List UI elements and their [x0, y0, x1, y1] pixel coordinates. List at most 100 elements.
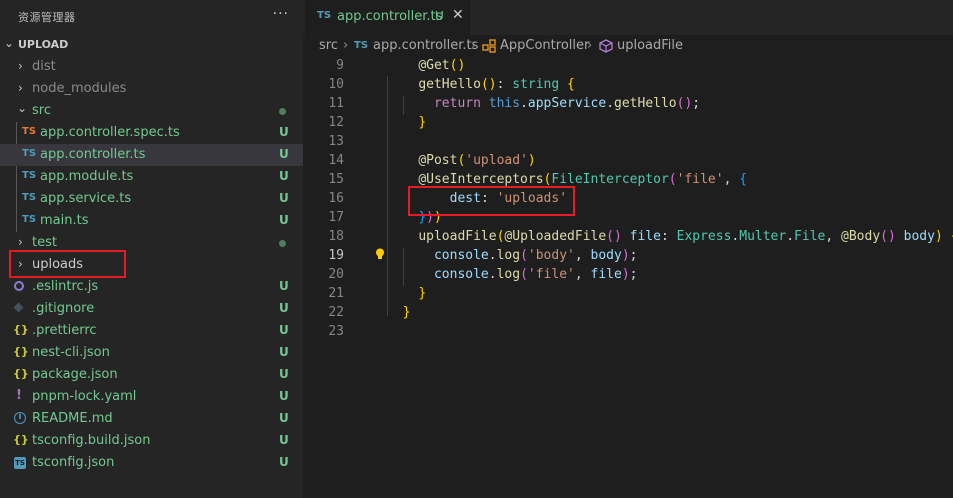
untracked-badge: U	[279, 433, 289, 447]
tree-file-app-service[interactable]: TS app.service.ts U	[0, 188, 303, 210]
line-number: 15	[328, 172, 344, 187]
tree-file-gitignore[interactable]: .gitignore U	[0, 298, 303, 320]
json-icon: {}	[13, 367, 29, 380]
tree-file-prettierrc[interactable]: {} .prettierrc U	[0, 320, 303, 342]
code-line[interactable]: 17 }))	[303, 210, 953, 229]
tree-file-tsconfig[interactable]: TS tsconfig.json U	[0, 452, 303, 474]
tree-folder-dist[interactable]: › dist	[0, 56, 303, 78]
tree-file-app-controller-spec[interactable]: TS app.controller.spec.ts U	[0, 122, 303, 144]
typescript-icon: TS	[22, 170, 37, 181]
breadcrumb-class[interactable]: AppController	[500, 38, 589, 53]
untracked-badge: U	[279, 191, 289, 205]
code-line[interactable]: 19 console.log('body', body);	[303, 248, 953, 267]
tree-item-label: dist	[32, 59, 56, 74]
code-line[interactable]: 20 console.log('file', file);	[303, 267, 953, 286]
chevron-right-icon: ›	[471, 38, 477, 53]
line-number: 10	[328, 77, 344, 92]
lightbulb-icon[interactable]	[375, 248, 385, 260]
modified-dot	[279, 240, 286, 247]
tree-folder-src[interactable]: ⌄ src	[0, 100, 303, 122]
tree-file-eslintrc[interactable]: .eslintrc.js U	[0, 276, 303, 298]
tree-folder-test[interactable]: › test	[0, 232, 303, 254]
code-line[interactable]: 18 uploadFile(@UploadedFile() file: Expr…	[303, 229, 953, 248]
tree-folder-node-modules[interactable]: › node_modules	[0, 78, 303, 100]
tab-app-controller[interactable]: TS app.controller.ts U ✕	[305, 0, 470, 35]
git-icon	[13, 302, 24, 313]
code-line[interactable]: 14 @Post('upload')	[303, 153, 953, 172]
tab-label: app.controller.ts	[337, 9, 443, 24]
tree-file-app-module[interactable]: TS app.module.ts U	[0, 166, 303, 188]
breadcrumb-file[interactable]: app.controller.ts	[373, 38, 478, 53]
untracked-badge: U	[279, 455, 289, 469]
code-line[interactable]: 10 getHello(): string {	[303, 77, 953, 96]
json-icon: {}	[13, 345, 29, 358]
tree-item-label: tsconfig.build.json	[32, 433, 151, 448]
untracked-badge: U	[279, 301, 289, 315]
chevron-right-icon: ›	[18, 235, 23, 249]
untracked-badge: U	[279, 169, 289, 183]
code-line[interactable]: 22 }	[303, 305, 953, 324]
tree-item-label: .prettierrc	[32, 323, 97, 338]
line-number: 17	[328, 210, 344, 225]
tsconfig-icon: TS	[14, 457, 26, 469]
tree-file-package-json[interactable]: {} package.json U	[0, 364, 303, 386]
tree-item-label: .gitignore	[32, 301, 95, 316]
explorer-title: 资源管理器	[18, 11, 76, 24]
tree-folder-uploads[interactable]: › uploads	[0, 254, 303, 276]
code-line[interactable]: 12 }	[303, 115, 953, 134]
code-line[interactable]: 21 }	[303, 286, 953, 305]
untracked-badge: U	[279, 367, 289, 381]
tree-item-label: app.controller.ts	[40, 147, 146, 162]
tree-item-label: package.json	[32, 367, 118, 382]
tab-bar: TS app.controller.ts U ✕	[303, 0, 953, 35]
json-icon: {}	[13, 433, 29, 446]
code-line[interactable]: 16 dest: 'uploads'	[303, 191, 953, 210]
tree-file-pnpm-lock[interactable]: ! pnpm-lock.yaml U	[0, 386, 303, 408]
typescript-icon: TS	[354, 40, 369, 51]
code-line[interactable]: 23	[303, 324, 953, 343]
tree-file-tsconfig-build[interactable]: {} tsconfig.build.json U	[0, 430, 303, 452]
code-line[interactable]: 9 @Get()	[303, 58, 953, 77]
tree-item-label: pnpm-lock.yaml	[32, 389, 137, 404]
close-icon[interactable]: ✕	[452, 7, 464, 23]
chevron-down-icon: ⌄	[4, 36, 15, 50]
tree-item-label: app.module.ts	[40, 169, 134, 184]
line-number: 12	[328, 115, 344, 130]
chevron-right-icon: ›	[587, 38, 593, 53]
explorer-header: 资源管理器 ···	[0, 0, 303, 34]
tree-item-label: tsconfig.json	[32, 455, 115, 470]
tree-item-label: main.ts	[40, 213, 89, 228]
workspace-section-header[interactable]: ⌄ UPLOAD	[0, 35, 303, 55]
more-actions-button[interactable]: ···	[273, 6, 289, 22]
tree-item-label: app.service.ts	[40, 191, 132, 206]
chevron-right-icon: ›	[18, 81, 23, 95]
code-line[interactable]: 15 @UseInterceptors(FileInterceptor('fil…	[303, 172, 953, 191]
breadcrumb: src › TS app.controller.ts › AppControll…	[303, 35, 953, 57]
line-number: 19	[328, 248, 344, 263]
tree-item-label: node_modules	[32, 81, 127, 96]
untracked-badge: U	[279, 213, 289, 227]
code-line[interactable]: 13	[303, 134, 953, 153]
chevron-right-icon: ›	[18, 59, 23, 73]
tree-file-app-controller[interactable]: TS app.controller.ts U	[0, 144, 303, 166]
untracked-badge: U	[279, 323, 289, 337]
line-number: 18	[328, 229, 344, 244]
typescript-icon: TS	[22, 192, 37, 203]
method-icon	[599, 39, 613, 53]
breadcrumb-method[interactable]: uploadFile	[617, 38, 683, 53]
tree-item-label: src	[32, 103, 51, 118]
line-number: 14	[328, 153, 344, 168]
untracked-badge: U	[279, 345, 289, 359]
json-icon: {}	[13, 323, 29, 336]
code-line[interactable]: 11 return this.appService.getHello();	[303, 96, 953, 115]
tree-file-nest-cli[interactable]: {} nest-cli.json U	[0, 342, 303, 364]
tree-file-readme[interactable]: i README.md U	[0, 408, 303, 430]
tree-item-label: README.md	[32, 411, 113, 426]
line-number: 22	[328, 305, 344, 320]
line-number: 13	[328, 134, 344, 149]
chevron-right-icon: ›	[343, 38, 349, 53]
tree-file-main[interactable]: TS main.ts U	[0, 210, 303, 232]
yaml-icon: !	[16, 388, 22, 403]
workspace-name: UPLOAD	[18, 38, 69, 51]
breadcrumb-src[interactable]: src	[319, 38, 338, 53]
